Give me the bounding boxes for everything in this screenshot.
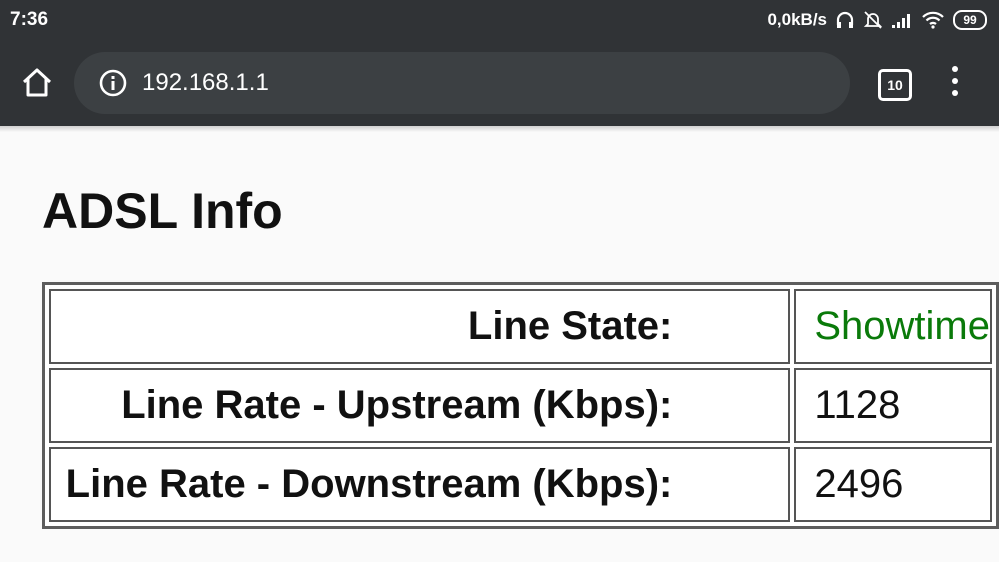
battery-icon: 99 <box>953 10 987 30</box>
status-time: 7:36 <box>10 9 49 30</box>
status-bar: 7:36 0,0kB/s 99 <box>0 0 999 40</box>
net-speed: 0,0kB/s <box>767 10 827 29</box>
upstream-rate-value: 1128 <box>794 368 992 443</box>
status-icons: 0,0kB/s 99 <box>767 8 987 32</box>
url-text[interactable]: 192.168.1.1 <box>142 69 269 97</box>
line-state-value: Showtime <box>794 289 992 364</box>
browser-toolbar: 192.168.1.1 10 <box>0 40 999 126</box>
downstream-rate-label: Line Rate - Downstream (Kbps): <box>49 447 791 522</box>
table-row: Line Rate - Upstream (Kbps): 1128 <box>49 368 992 443</box>
headphones-icon <box>836 11 854 28</box>
line-state-label: Line State: <box>49 289 791 364</box>
info-icon[interactable] <box>98 68 128 98</box>
address-bar[interactable]: 192.168.1.1 <box>74 52 850 114</box>
toolbar-shadow <box>0 126 999 132</box>
home-icon[interactable] <box>20 65 54 99</box>
overflow-menu-icon[interactable] <box>945 66 965 100</box>
table-row: Line Rate - Downstream (Kbps): 2496 <box>49 447 992 522</box>
table-row: Line State: Showtime <box>49 289 992 364</box>
page-title: ADSL Info <box>42 183 283 239</box>
tab-switcher-button[interactable]: 10 <box>878 69 912 101</box>
signal-icon <box>892 14 910 28</box>
upstream-rate-label: Line Rate - Upstream (Kbps): <box>49 368 791 443</box>
adsl-info-table: Line State: Showtime Line Rate - Upstrea… <box>42 282 999 529</box>
downstream-rate-value: 2496 <box>794 447 992 522</box>
wifi-icon <box>922 11 944 29</box>
bell-muted-icon <box>863 11 883 29</box>
